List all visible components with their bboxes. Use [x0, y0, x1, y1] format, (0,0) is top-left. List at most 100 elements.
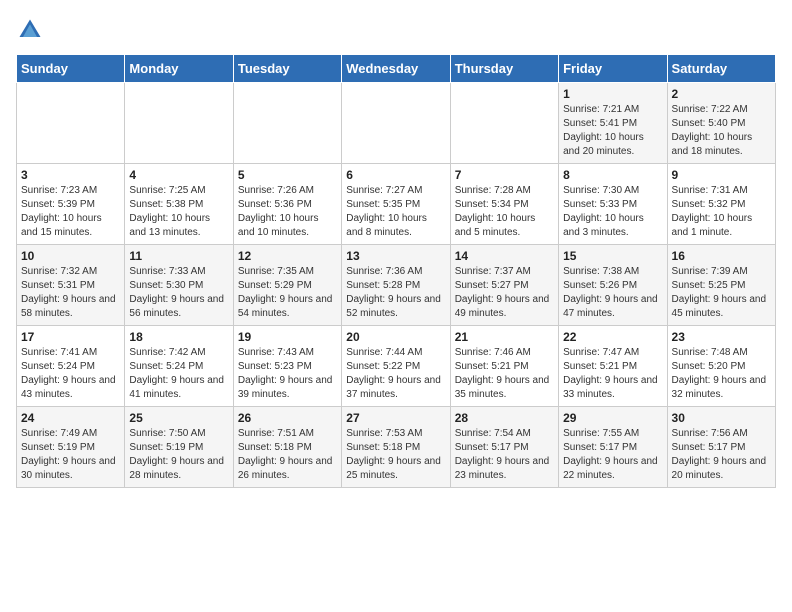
day-info: Sunrise: 7:56 AM Sunset: 5:17 PM Dayligh…: [672, 427, 771, 483]
day-number: 16: [672, 249, 771, 263]
calendar-cell: [450, 83, 558, 164]
day-info: Sunrise: 7:33 AM Sunset: 5:30 PM Dayligh…: [129, 265, 228, 321]
day-info: Sunrise: 7:42 AM Sunset: 5:24 PM Dayligh…: [129, 346, 228, 402]
day-info: Sunrise: 7:53 AM Sunset: 5:18 PM Dayligh…: [346, 427, 445, 483]
day-number: 9: [672, 168, 771, 182]
col-header-friday: Friday: [559, 55, 667, 83]
day-info: Sunrise: 7:49 AM Sunset: 5:19 PM Dayligh…: [21, 427, 120, 483]
col-header-thursday: Thursday: [450, 55, 558, 83]
day-info: Sunrise: 7:38 AM Sunset: 5:26 PM Dayligh…: [563, 265, 662, 321]
day-number: 7: [455, 168, 554, 182]
day-number: 12: [238, 249, 337, 263]
day-info: Sunrise: 7:54 AM Sunset: 5:17 PM Dayligh…: [455, 427, 554, 483]
calendar-cell: 6 Sunrise: 7:27 AM Sunset: 5:35 PM Daylig…: [342, 164, 450, 245]
day-number: 14: [455, 249, 554, 263]
calendar-cell: 27 Sunrise: 7:53 AM Sunset: 5:18 PM Dayli…: [342, 407, 450, 488]
day-number: 11: [129, 249, 228, 263]
logo: [16, 16, 48, 44]
day-info: Sunrise: 7:55 AM Sunset: 5:17 PM Dayligh…: [563, 427, 662, 483]
col-header-sunday: Sunday: [17, 55, 125, 83]
calendar-header-row: SundayMondayTuesdayWednesdayThursdayFrid…: [17, 55, 776, 83]
calendar-cell: 8Sunrise: 7:30 AM Sunset: 5:33 PM Daylig…: [559, 164, 667, 245]
calendar-table: SundayMondayTuesdayWednesdayThursdayFrid…: [16, 54, 776, 488]
day-info: Sunrise: 7:50 AM Sunset: 5:19 PM Dayligh…: [129, 427, 228, 483]
day-info: Sunrise: 7:41 AM Sunset: 5:24 PM Dayligh…: [21, 346, 120, 402]
day-number: 23: [672, 330, 771, 344]
day-number: 30: [672, 411, 771, 425]
day-number: 1: [563, 87, 662, 101]
calendar-cell: 23 Sunrise: 7:48 AM Sunset: 5:20 PM Dayli…: [667, 326, 775, 407]
day-info: Sunrise: 7:25 AM Sunset: 5:38 PM Dayligh…: [129, 184, 228, 240]
calendar-week-1: 1 Sunrise: 7:21 AM Sunset: 5:41 PM Daylig…: [17, 83, 776, 164]
day-info: Sunrise: 7:27 AM Sunset: 5:35 PM Dayligh…: [346, 184, 445, 240]
calendar-cell: 4 Sunrise: 7:25 AM Sunset: 5:38 PM Daylig…: [125, 164, 233, 245]
day-number: 18: [129, 330, 228, 344]
day-number: 19: [238, 330, 337, 344]
col-header-wednesday: Wednesday: [342, 55, 450, 83]
col-header-tuesday: Tuesday: [233, 55, 341, 83]
day-number: 6: [346, 168, 445, 182]
calendar-cell: [342, 83, 450, 164]
calendar-cell: 30 Sunrise: 7:56 AM Sunset: 5:17 PM Dayli…: [667, 407, 775, 488]
day-info: Sunrise: 7:31 AM Sunset: 5:32 PM Dayligh…: [672, 184, 771, 240]
day-info: Sunrise: 7:23 AM Sunset: 5:39 PM Dayligh…: [21, 184, 120, 240]
page-header: [16, 16, 776, 44]
calendar-cell: 7Sunrise: 7:28 AM Sunset: 5:34 PM Daylig…: [450, 164, 558, 245]
day-number: 24: [21, 411, 120, 425]
day-number: 5: [238, 168, 337, 182]
calendar-week-3: 10Sunrise: 7:32 AM Sunset: 5:31 PM Dayli…: [17, 245, 776, 326]
day-info: Sunrise: 7:51 AM Sunset: 5:18 PM Dayligh…: [238, 427, 337, 483]
day-info: Sunrise: 7:44 AM Sunset: 5:22 PM Dayligh…: [346, 346, 445, 402]
day-number: 20: [346, 330, 445, 344]
day-info: Sunrise: 7:48 AM Sunset: 5:20 PM Dayligh…: [672, 346, 771, 402]
calendar-cell: 21 Sunrise: 7:46 AM Sunset: 5:21 PM Dayli…: [450, 326, 558, 407]
day-number: 3: [21, 168, 120, 182]
day-number: 2: [672, 87, 771, 101]
calendar-cell: [17, 83, 125, 164]
day-info: Sunrise: 7:37 AM Sunset: 5:27 PM Dayligh…: [455, 265, 554, 321]
day-number: 21: [455, 330, 554, 344]
logo-icon: [16, 16, 44, 44]
day-number: 28: [455, 411, 554, 425]
day-info: Sunrise: 7:36 AM Sunset: 5:28 PM Dayligh…: [346, 265, 445, 321]
calendar-cell: 12Sunrise: 7:35 AM Sunset: 5:29 PM Dayli…: [233, 245, 341, 326]
day-number: 4: [129, 168, 228, 182]
day-info: Sunrise: 7:30 AM Sunset: 5:33 PM Dayligh…: [563, 184, 662, 240]
calendar-cell: [125, 83, 233, 164]
day-number: 17: [21, 330, 120, 344]
day-info: Sunrise: 7:21 AM Sunset: 5:41 PM Dayligh…: [563, 103, 662, 159]
day-info: Sunrise: 7:26 AM Sunset: 5:36 PM Dayligh…: [238, 184, 337, 240]
calendar-cell: 29 Sunrise: 7:55 AM Sunset: 5:17 PM Dayli…: [559, 407, 667, 488]
calendar-cell: 28 Sunrise: 7:54 AM Sunset: 5:17 PM Dayli…: [450, 407, 558, 488]
day-number: 13: [346, 249, 445, 263]
day-info: Sunrise: 7:46 AM Sunset: 5:21 PM Dayligh…: [455, 346, 554, 402]
day-number: 29: [563, 411, 662, 425]
calendar-cell: 24 Sunrise: 7:49 AM Sunset: 5:19 PM Dayli…: [17, 407, 125, 488]
day-number: 15: [563, 249, 662, 263]
calendar-cell: 26 Sunrise: 7:51 AM Sunset: 5:18 PM Dayli…: [233, 407, 341, 488]
day-info: Sunrise: 7:39 AM Sunset: 5:25 PM Dayligh…: [672, 265, 771, 321]
day-info: Sunrise: 7:47 AM Sunset: 5:21 PM Dayligh…: [563, 346, 662, 402]
day-number: 10: [21, 249, 120, 263]
calendar-cell: 2 Sunrise: 7:22 AM Sunset: 5:40 PM Daylig…: [667, 83, 775, 164]
day-number: 26: [238, 411, 337, 425]
day-number: 25: [129, 411, 228, 425]
calendar-cell: 5 Sunrise: 7:26 AM Sunset: 5:36 PM Daylig…: [233, 164, 341, 245]
day-info: Sunrise: 7:22 AM Sunset: 5:40 PM Dayligh…: [672, 103, 771, 159]
day-number: 22: [563, 330, 662, 344]
calendar-cell: 14 Sunrise: 7:37 AM Sunset: 5:27 PM Dayli…: [450, 245, 558, 326]
calendar-week-2: 3 Sunrise: 7:23 AM Sunset: 5:39 PM Daylig…: [17, 164, 776, 245]
calendar-cell: 13 Sunrise: 7:36 AM Sunset: 5:28 PM Dayli…: [342, 245, 450, 326]
day-info: Sunrise: 7:43 AM Sunset: 5:23 PM Dayligh…: [238, 346, 337, 402]
calendar-week-4: 17 Sunrise: 7:41 AM Sunset: 5:24 PM Dayli…: [17, 326, 776, 407]
calendar-cell: 20 Sunrise: 7:44 AM Sunset: 5:22 PM Dayli…: [342, 326, 450, 407]
calendar-cell: 11 Sunrise: 7:33 AM Sunset: 5:30 PM Dayli…: [125, 245, 233, 326]
calendar-cell: 25 Sunrise: 7:50 AM Sunset: 5:19 PM Dayli…: [125, 407, 233, 488]
calendar-cell: [233, 83, 341, 164]
calendar-cell: 22 Sunrise: 7:47 AM Sunset: 5:21 PM Dayli…: [559, 326, 667, 407]
day-number: 27: [346, 411, 445, 425]
calendar-cell: 1 Sunrise: 7:21 AM Sunset: 5:41 PM Daylig…: [559, 83, 667, 164]
calendar-cell: 9 Sunrise: 7:31 AM Sunset: 5:32 PM Daylig…: [667, 164, 775, 245]
calendar-cell: 17 Sunrise: 7:41 AM Sunset: 5:24 PM Dayli…: [17, 326, 125, 407]
calendar-cell: 3 Sunrise: 7:23 AM Sunset: 5:39 PM Daylig…: [17, 164, 125, 245]
